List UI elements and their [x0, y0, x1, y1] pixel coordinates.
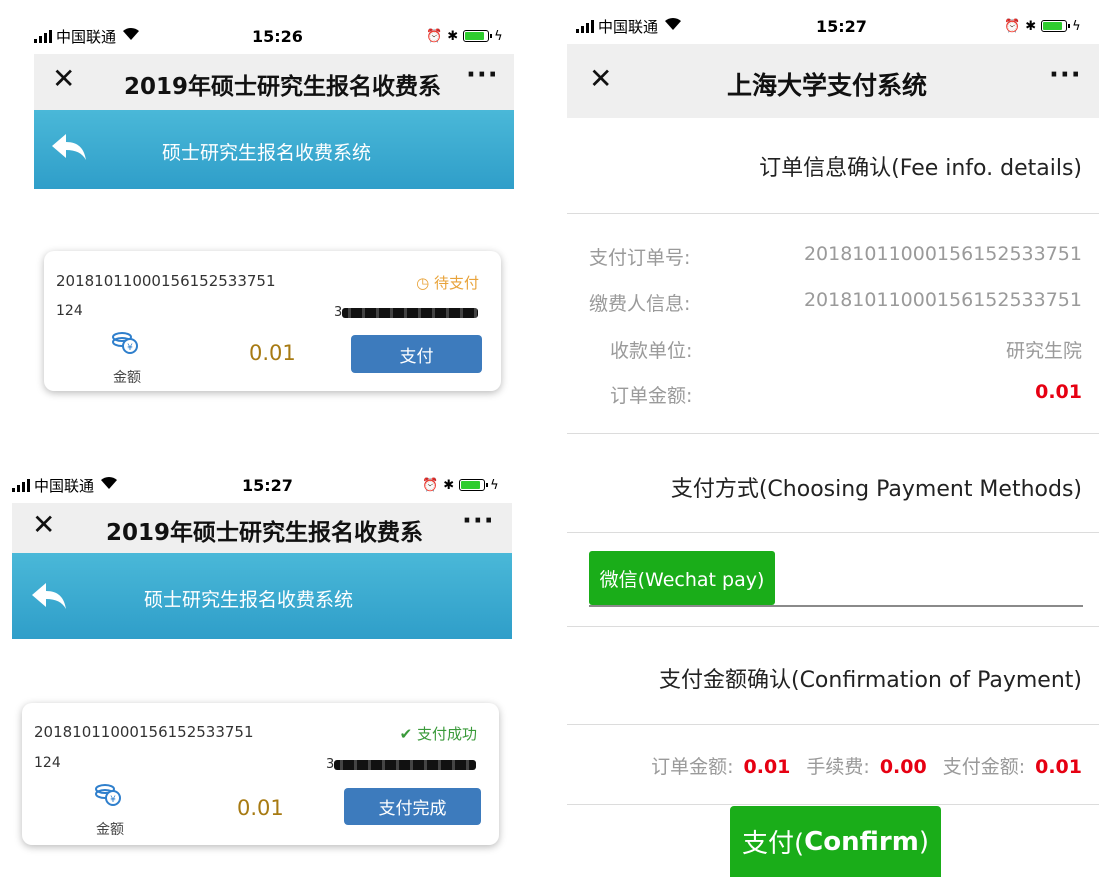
svg-text:¥: ¥	[110, 795, 116, 805]
close-icon[interactable]: ✕	[52, 62, 75, 95]
close-icon[interactable]: ✕	[32, 508, 55, 541]
pay-button[interactable]: 支付	[351, 335, 482, 373]
status-badge: ◷ 待支付	[416, 274, 479, 292]
confirm-pay-button[interactable]: 支付(Confirm)	[730, 806, 941, 877]
summary-fee: 0.00	[879, 756, 927, 778]
wifi-icon	[122, 27, 140, 45]
summary-pay-amount-label: 支付金额:	[942, 756, 1026, 778]
app-title: 硕士研究生报名收费系统	[162, 142, 372, 164]
payment-method-section-title: 支付方式(Choosing Payment Methods)	[670, 477, 1082, 502]
amount-label: 金额	[113, 370, 141, 386]
clock-icon: ◷	[416, 274, 430, 292]
divider	[567, 804, 1099, 805]
more-icon[interactable]: ···	[462, 506, 495, 536]
charging-icon: ϟ	[494, 28, 503, 44]
summary-order-amount-label: 订单金额:	[651, 756, 734, 778]
app-header: 硕士研究生报名收费系统	[12, 553, 512, 639]
status-icons: ⏰ ✱ ϟ	[1004, 19, 1081, 34]
wifi-icon	[100, 476, 118, 494]
order-number: 2018101100015615253375​1	[34, 723, 254, 741]
order-card-pending: 2018101100015615253375​1 ◷ 待支付 124 3 ¥ 金…	[44, 251, 501, 391]
bluetooth-icon: ✱	[447, 28, 459, 44]
order-info-section-title: 订单信息确认(Fee info. details)	[759, 156, 1082, 181]
app-title: 硕士研究生报名收费系统	[144, 589, 354, 611]
page-title: 2019年硕士研究生报名收费系	[124, 74, 442, 100]
status-bar: 中国联通 15:26 ⏰ ✱ ϟ	[34, 18, 514, 54]
carrier-label: 中国联通	[56, 27, 117, 46]
order-card-paid: 2018101100015615253375​1 ✔ 支付成功 124 3 ¥ …	[22, 703, 499, 845]
coins-icon: ¥	[112, 332, 138, 354]
divider	[567, 626, 1099, 627]
method-underline	[589, 605, 1083, 607]
carrier-label: 中国联通	[598, 17, 659, 36]
wifi-icon	[664, 17, 682, 35]
summary-order-amount: 0.01	[743, 756, 791, 778]
wechat-nav-bar: ✕ 上海大学支付系统 ···	[567, 44, 1099, 118]
payment-confirm-section-title: 支付金额确认(Confirmation of Payment)	[658, 668, 1082, 693]
more-icon[interactable]: ···	[1049, 60, 1082, 90]
bluetooth-icon: ✱	[443, 477, 455, 493]
payee-label: 收款单位:	[610, 340, 693, 362]
signal-icon	[34, 29, 52, 43]
wechat-nav-bar: ✕ 2019年硕士研究生报名收费系 ···	[34, 54, 514, 110]
close-icon[interactable]: ✕	[589, 62, 612, 95]
alarm-icon: ⏰	[1004, 18, 1021, 34]
order-id-label: 支付订单号:	[589, 247, 691, 269]
payee-value: 研究生院	[1005, 340, 1082, 362]
redacted-text	[342, 308, 478, 318]
alarm-icon: ⏰	[422, 477, 439, 493]
payer-info-value: 201810110001561525337​51	[803, 289, 1082, 311]
coins-icon: ¥	[95, 784, 121, 806]
back-arrow-icon[interactable]	[32, 583, 66, 609]
order-number: 2018101100015615253375​1	[56, 272, 276, 290]
status-badge: ✔ 支付成功	[399, 725, 477, 743]
divider	[567, 213, 1099, 214]
page-title: 上海大学支付系统	[727, 71, 928, 100]
summary-fee-label: 手续费:	[806, 756, 870, 778]
order-code: 124	[56, 303, 83, 319]
status-time: 15:27	[816, 16, 867, 36]
divider	[567, 433, 1099, 434]
svg-text:¥: ¥	[127, 343, 133, 353]
divider	[567, 724, 1099, 725]
amount-value: 0.01	[249, 341, 296, 365]
signal-icon	[12, 478, 30, 492]
page-title: 2019年硕士研究生报名收费系	[106, 520, 424, 546]
charging-icon: ϟ	[490, 477, 499, 493]
order-code: 124	[34, 755, 61, 771]
status-icons: ⏰ ✱ ϟ	[422, 478, 499, 493]
charging-icon: ϟ	[1072, 18, 1081, 34]
pay-complete-button[interactable]: 支付完成	[344, 788, 481, 825]
battery-icon	[463, 30, 493, 42]
amount-value: 0.01	[237, 796, 284, 820]
app-header: 硕士研究生报名收费系统	[34, 110, 514, 189]
carrier-label: 中国联通	[34, 476, 95, 495]
order-amount-value: 0.01	[1035, 381, 1082, 403]
order-amount-label: 订单金额:	[610, 385, 693, 407]
payer-info-label: 缴费人信息:	[589, 293, 691, 315]
status-icons: ⏰ ✱ ϟ	[426, 29, 503, 44]
battery-icon	[459, 479, 489, 491]
amount-label: 金额	[96, 822, 124, 838]
battery-icon	[1041, 20, 1071, 32]
check-circle-icon: ✔	[399, 725, 413, 743]
wechat-pay-button[interactable]: 微信(Wechat pay)	[589, 551, 775, 605]
status-time: 15:27	[242, 475, 293, 495]
status-bar: 中国联通 15:27 ⏰ ✱ ϟ	[576, 8, 1099, 44]
status-bar: 中国联通 15:27 ⏰ ✱ ϟ	[12, 467, 512, 503]
summary-pay-amount: 0.01	[1035, 756, 1082, 778]
fee-summary-row: 订单金额: 0.01 手续费: 0.00 支付金额: 0.01	[651, 752, 1082, 779]
back-arrow-icon[interactable]	[52, 134, 86, 160]
status-time: 15:26	[252, 26, 303, 46]
signal-icon	[576, 19, 594, 33]
more-icon[interactable]: ···	[466, 60, 499, 90]
wechat-nav-bar: ✕ 2019年硕士研究生报名收费系 ···	[12, 503, 512, 553]
alarm-icon: ⏰	[426, 28, 443, 44]
bluetooth-icon: ✱	[1025, 18, 1037, 34]
divider	[567, 532, 1099, 533]
order-id-value: 201810110001561525337​51	[803, 243, 1082, 265]
redacted-text	[334, 760, 476, 770]
